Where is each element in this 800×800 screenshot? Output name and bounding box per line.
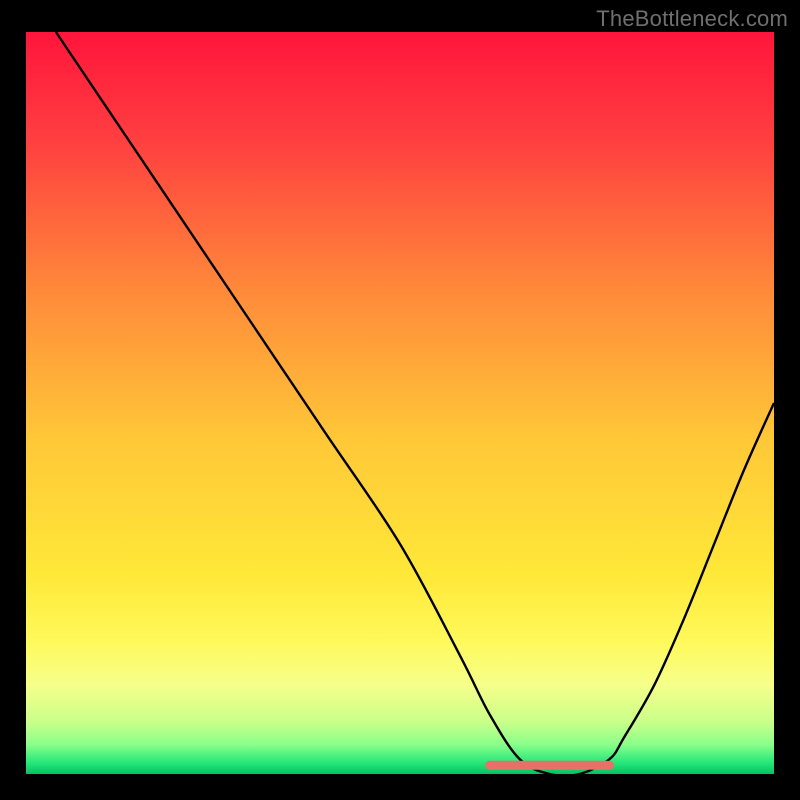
chart-frame: TheBottleneck.com: [0, 0, 800, 800]
plot-area: [26, 32, 774, 774]
plot-inner: [26, 32, 774, 774]
gradient-background: [26, 32, 774, 774]
chart-svg: [26, 32, 774, 774]
watermark-text: TheBottleneck.com: [596, 6, 788, 32]
